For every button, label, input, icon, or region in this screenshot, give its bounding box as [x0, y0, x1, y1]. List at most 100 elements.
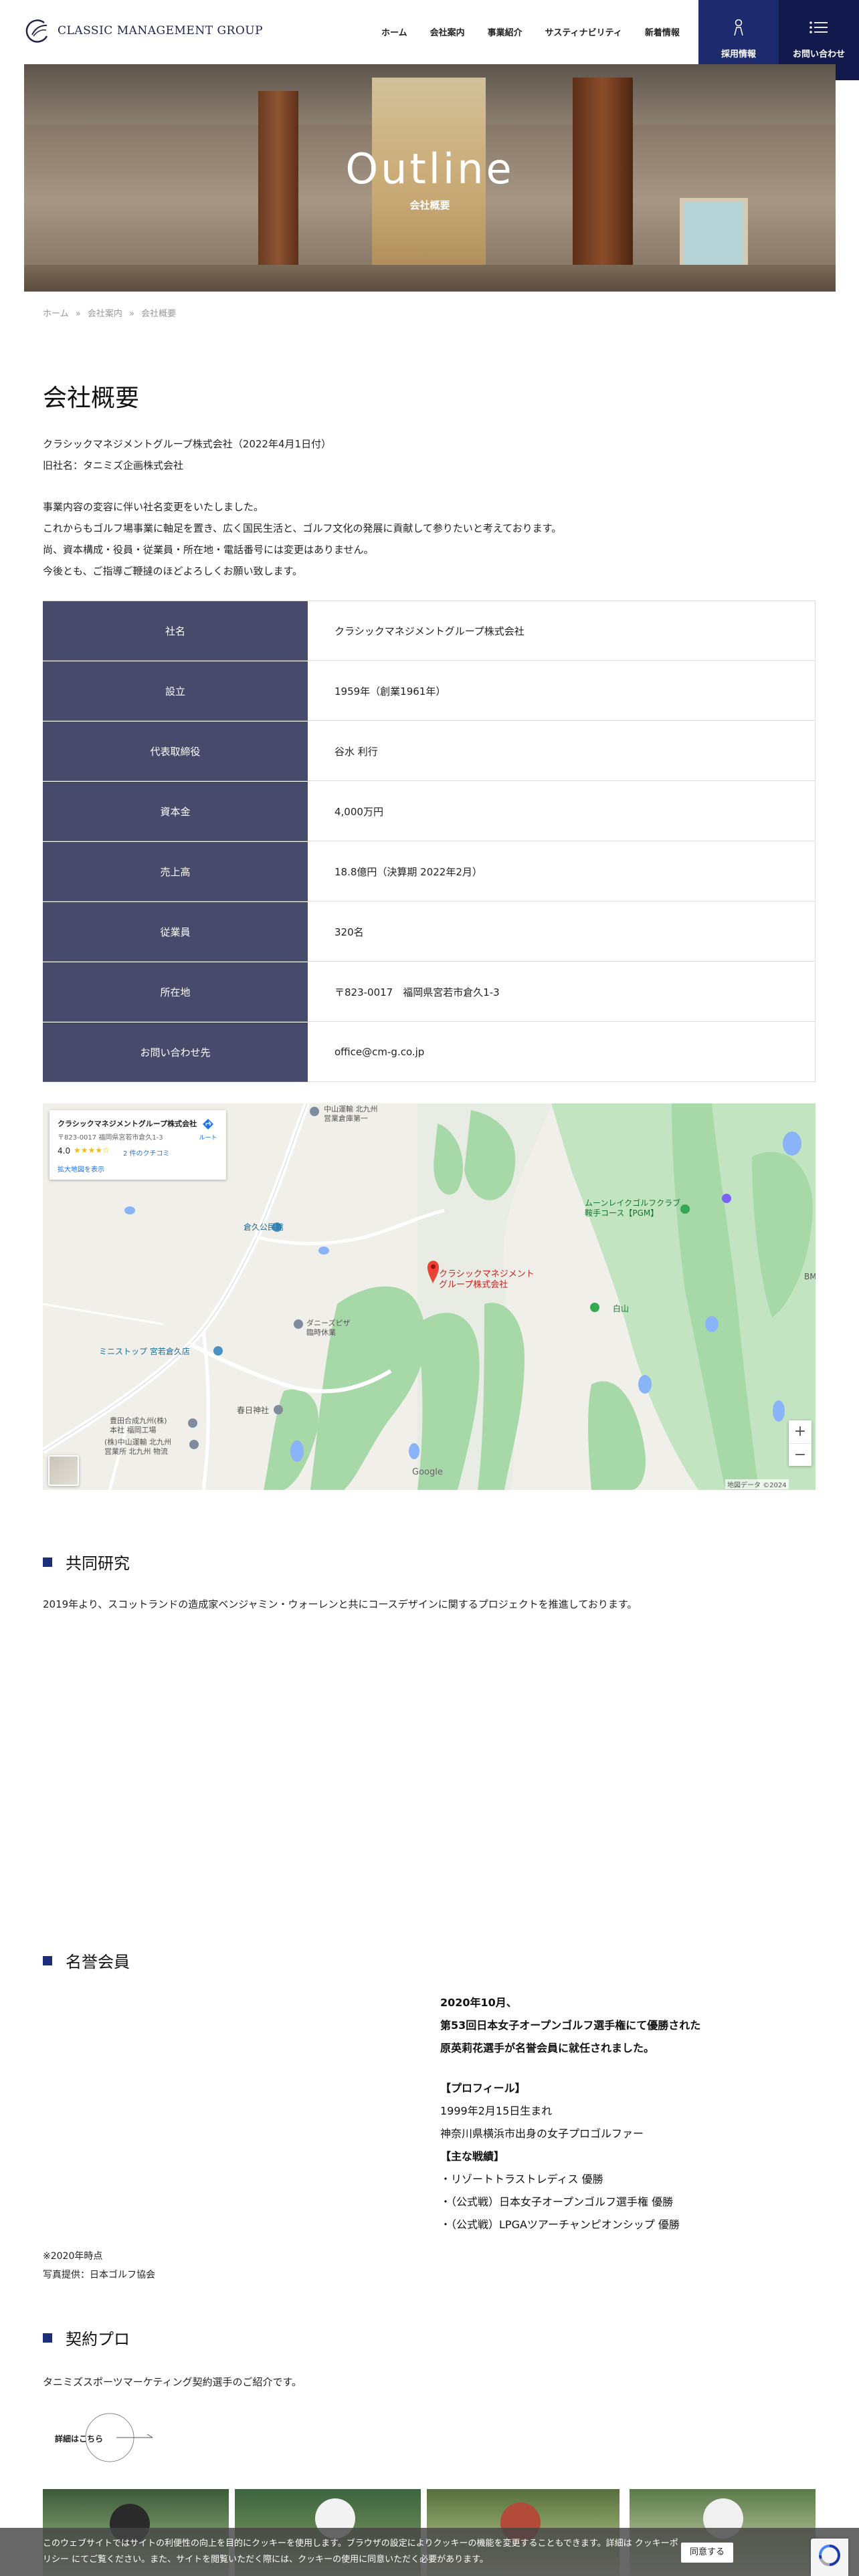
map-larger-map-link[interactable]: 拡大地図を表示 [58, 1164, 104, 1174]
person-icon [734, 19, 743, 36]
profile-heading: 【プロフィール】 [440, 2082, 526, 2095]
google-map[interactable]: クラシックマネジメント グループ株式会社 ムーンレイクゴルフクラブ 鞍手コース【… [43, 1103, 816, 1490]
table-header-cell: 所在地 [43, 962, 308, 1022]
table-header-cell: 資本金 [43, 782, 308, 841]
record-line: ・（公式戦）LPGAツアーチャンピオンシップ 優勝 [440, 2218, 680, 2231]
hero-banner: Outline 会社概要 [24, 64, 836, 292]
table-data-cell: 4,000万円 [308, 782, 816, 841]
map-label-bm[interactable]: BM [804, 1272, 816, 1281]
recaptcha-icon [819, 2545, 840, 2566]
table-row: 所在地 〒823-0017 福岡県宮若市倉久1-3 [43, 962, 816, 1023]
table-row: 資本金 4,000万円 [43, 782, 816, 842]
map-label-nakayama-top[interactable]: 中山運輸 北九州 営業倉庫第一 [324, 1105, 378, 1123]
breadcrumb-home[interactable]: ホーム [43, 309, 69, 319]
table-header-cell: 売上高 [43, 842, 308, 901]
notice-line: 尚、資本構成・役員・従業員・所在地・電話番号には変更はありません。 [43, 544, 374, 556]
heading-square-icon [43, 1557, 52, 1567]
contract-heading: 契約プロ [43, 2326, 130, 2349]
research-heading: 共同研究 [43, 1550, 130, 1574]
logo-mark-icon [25, 19, 48, 43]
site-logo[interactable]: CLASSIC MANAGEMENT GROUP [24, 17, 263, 44]
honorary-details: 2020年10月、 第53回日本女子オープンゴルフ選手権にて優勝された 原英莉花… [440, 1992, 700, 2236]
cookie-agree-button[interactable]: 同意する [681, 2543, 733, 2563]
recruit-label: 採用情報 [721, 49, 756, 60]
map-label-ministop[interactable]: ミニストップ 宮若倉久店 [99, 1346, 190, 1357]
record-line: ・リゾートトラストレディス 優勝 [440, 2173, 603, 2185]
map-copyright[interactable]: 地図データ ©2024 [725, 1479, 789, 1489]
table-data-cell: 18.8億円（決算期 2022年2月） [308, 842, 816, 901]
satellite-thumbnail [50, 1457, 78, 1485]
notice-text: 事業内容の変容に伴い社名変更をいたしました。 これからもゴルフ場事業に軸足を置き… [43, 496, 561, 582]
zoom-out-button[interactable]: − [789, 1444, 812, 1466]
map-label-toyota[interactable]: 豊田合成九州(株) 本社 福岡工場 [110, 1416, 167, 1435]
table-row: お問い合わせ先 office@cm-g.co.jp [43, 1023, 816, 1083]
map-layer-toggle[interactable] [48, 1455, 79, 1486]
table-data-cell: 1959年（創業1961年） [308, 661, 816, 721]
intro-text: クラシックマネジメントグループ株式会社（2022年4月1日付） 旧社名：タニミズ… [43, 433, 331, 476]
notice-line: これからもゴルフ場事業に軸足を置き、広く国民生活と、ゴルフ文化の発展に貢献して参… [43, 522, 562, 534]
nav-news[interactable]: 新着情報 [645, 25, 680, 38]
breadcrumb-company[interactable]: 会社案内 [88, 309, 122, 319]
table-row: 設立 1959年（創業1961年） [43, 661, 816, 722]
breadcrumb-separator: » [129, 309, 134, 319]
profile-line: 1999年2月15日生まれ [440, 2105, 553, 2117]
map-label-nakayama-bottom[interactable]: (株)中山運輸 北九州 営業所 北九州 物流 [104, 1438, 171, 1457]
map-label-daniezu[interactable]: ダニーズピザ 臨時休業 [306, 1319, 350, 1337]
map-card-title: クラシックマネジメントグループ株式会社 [58, 1119, 197, 1128]
map-label-moon-lake[interactable]: ムーンレイクゴルフクラブ 鞍手コース【PGM】 [585, 1198, 680, 1218]
record-heading: 【主な戦績】 [440, 2150, 505, 2163]
cookie-banner: このウェブサイトではサイトの利便性の向上を目的にクッキーを使用します。ブラウザの… [0, 2528, 859, 2576]
contract-heading-text: 契約プロ [66, 2330, 130, 2349]
table-row: 代表取締役 谷水 利行 [43, 722, 816, 782]
notice-line: 今後とも、ご指導ご鞭撻のほどよろしくお願い致します。 [43, 565, 303, 577]
map-card-address: 〒823-0017 福岡県宮若市倉久1-3 [58, 1134, 163, 1142]
hero-subtitle: 会社概要 [409, 199, 450, 211]
note-line: ※2020年時点 [43, 2251, 103, 2262]
details-button[interactable]: 詳細はこちら [43, 2411, 163, 2464]
directions-label: ルート [199, 1135, 217, 1142]
cookie-text: このウェブサイトではサイトの利便性の向上を目的にクッキーを使用します。ブラウザの… [43, 2539, 678, 2565]
details-button-label: 詳細はこちら [55, 2434, 104, 2444]
logo-text: CLASSIC MANAGEMENT GROUP [58, 24, 264, 37]
map-marker-label[interactable]: クラシックマネジメント グループ株式会社 [439, 1269, 535, 1291]
company-info-table: 社名 クラシックマネジメントグループ株式会社 設立 1959年（創業1961年）… [43, 601, 816, 1083]
heading-square-icon [43, 1955, 52, 1965]
map-label-kurahisa[interactable]: 倉久公民館 [244, 1221, 284, 1232]
nav-business[interactable]: 事業紹介 [488, 25, 522, 38]
honorary-heading: 名誉会員 [43, 1949, 130, 1972]
table-data-cell[interactable]: office@cm-g.co.jp [308, 1023, 816, 1082]
research-heading-text: 共同研究 [66, 1554, 130, 1573]
table-header-cell: 代表取締役 [43, 722, 308, 781]
page-title: 会社概要 [43, 385, 140, 412]
main-nav: ホーム 会社案内 事業紹介 サスティナビリティ 新着情報 [381, 25, 702, 38]
table-header-cell: お問い合わせ先 [43, 1023, 308, 1082]
intro-line: クラシックマネジメントグループ株式会社（2022年4月1日付） [43, 438, 332, 450]
honorary-news-line: 2020年10月、 [440, 1996, 517, 2009]
hero-title: Outline [345, 144, 514, 193]
honorary-news-line: 原英莉花選手が名誉会員に就任されました。 [440, 2042, 655, 2054]
honorary-news-line: 第53回日本女子オープンゴルフ選手権にて優勝された [440, 2019, 701, 2032]
contact-label: お問い合わせ [792, 49, 845, 60]
zoom-in-button[interactable]: + [789, 1420, 812, 1444]
note-line: 写真提供：日本ゴルフ協会 [43, 2270, 155, 2280]
nav-company[interactable]: 会社案内 [430, 25, 465, 38]
contact-email-link[interactable]: office@cm-g.co.jp [335, 1046, 424, 1058]
table-header-cell: 従業員 [43, 902, 308, 962]
breadcrumb-current: 会社概要 [141, 309, 177, 319]
map-label-hakusan[interactable]: 白山 [613, 1303, 629, 1314]
google-logo: Google [412, 1467, 443, 1477]
map-card-reviews-link[interactable]: 2 件のクチコミ [123, 1148, 170, 1158]
recaptcha-badge[interactable] [811, 2539, 848, 2576]
table-row: 社名 クラシックマネジメントグループ株式会社 [43, 601, 816, 661]
hero-railing [24, 265, 836, 292]
table-data-cell: 谷水 利行 [308, 722, 816, 781]
nav-home[interactable]: ホーム [381, 25, 407, 38]
honorary-heading-text: 名誉会員 [66, 1953, 130, 1971]
directions-icon [203, 1119, 213, 1130]
honorary-notes: ※2020年時点 写真提供：日本ゴルフ協会 [43, 2247, 155, 2284]
map-label-kasuga[interactable]: 春日神社 [237, 1404, 269, 1416]
table-row: 売上高 18.8億円（決算期 2022年2月） [43, 842, 816, 902]
map-info-card: クラシックマネジメントグループ株式会社 〒823-0017 福岡県宮若市倉久1-… [50, 1110, 226, 1180]
nav-sustainability[interactable]: サスティナビリティ [545, 25, 622, 38]
map-directions-button[interactable]: ルート [198, 1118, 218, 1142]
